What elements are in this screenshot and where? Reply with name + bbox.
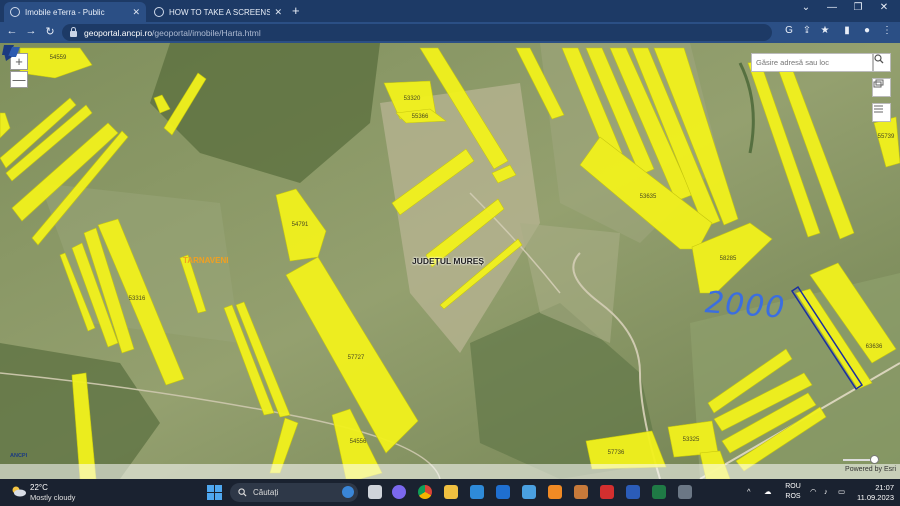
search-button[interactable] xyxy=(873,53,891,72)
weather-description[interactable]: Mostly cloudy xyxy=(30,493,75,502)
esri-attribution: Powered by Esri xyxy=(845,466,896,473)
calculator-icon[interactable] xyxy=(678,485,692,499)
place-label-town: TARNAVENI xyxy=(183,256,229,265)
search-icon xyxy=(238,488,247,497)
star-icon[interactable]: ★ xyxy=(818,25,832,36)
address-search-box xyxy=(751,53,873,72)
excel-icon[interactable] xyxy=(652,485,666,499)
windows-taskbar: 22°C Mostly cloudy Căutați ^ ☁ ROU ROS ◠… xyxy=(0,479,900,506)
weather-temperature[interactable]: 22°C xyxy=(30,483,48,492)
mail-icon[interactable] xyxy=(470,485,484,499)
attribution-bar: Powered by Esri xyxy=(0,464,900,479)
tab-search-icon[interactable]: ⌄ xyxy=(796,2,816,13)
tab-title: Imobile eTerra - Public xyxy=(25,7,105,17)
parcel-label: 53316 xyxy=(128,296,146,302)
forward-button[interactable]: → xyxy=(24,25,38,37)
chat-icon[interactable] xyxy=(392,485,406,499)
word-icon[interactable] xyxy=(626,485,640,499)
url-host: geoportal.ancpi.ro xyxy=(84,27,153,38)
folder-icon[interactable] xyxy=(444,485,458,499)
parcel-label: 54556 xyxy=(349,439,367,445)
basemap-button[interactable] xyxy=(872,78,891,97)
url-field[interactable]: geoportal.ancpi.ro/geoportal/imobile/Har… xyxy=(62,24,772,41)
parcel-label: 53635 xyxy=(639,194,657,200)
battery-icon[interactable]: ▭ xyxy=(838,487,845,496)
tab-imobile-eterra[interactable]: Imobile eTerra - Public ✕ xyxy=(4,2,146,22)
tab-close-icon[interactable]: ✕ xyxy=(274,7,282,18)
store-icon[interactable] xyxy=(496,485,510,499)
chevron-up-icon[interactable]: ^ xyxy=(747,487,751,496)
google-icon xyxy=(154,7,164,17)
browser-tab-bar: Imobile eTerra - Public ✕ HOW TO TAKE A … xyxy=(0,0,900,22)
language-indicator[interactable]: ROU xyxy=(782,483,804,490)
windows-logo-pane xyxy=(207,485,214,492)
handwritten-annotation: 2000 xyxy=(703,285,787,326)
taskbar-search[interactable]: Căutați xyxy=(230,483,358,502)
parcel-label: 53320 xyxy=(403,96,421,102)
back-button[interactable]: ← xyxy=(5,25,19,37)
parcel-label: 54559 xyxy=(49,55,67,61)
legend-button[interactable] xyxy=(872,103,891,122)
parcel-label: 57736 xyxy=(607,450,625,456)
tab-title: HOW TO TAKE A SCREENSHOT O xyxy=(169,7,271,17)
windows-logo-pane xyxy=(207,493,214,500)
map-view[interactable]: 54559 53320 55366 55739 53635 54791 5331… xyxy=(0,43,900,479)
tab-how-to-screenshot[interactable]: HOW TO TAKE A SCREENSHOT O ✕ xyxy=(148,2,288,22)
search-icon xyxy=(874,54,884,64)
share-icon[interactable]: ⇪ xyxy=(800,25,814,36)
parcel-label: 57727 xyxy=(347,355,365,361)
windows-logo-pane xyxy=(215,493,222,500)
parcel-label: 55366 xyxy=(411,114,429,120)
parcel-label: 54791 xyxy=(291,222,309,228)
taskbar-search-label: Căutați xyxy=(253,488,279,497)
parcel-label: 58285 xyxy=(719,256,737,262)
ancpi-logo-text: ANCPI xyxy=(10,453,28,459)
google-icon[interactable]: G xyxy=(782,25,796,36)
close-window-button[interactable]: ✕ xyxy=(874,2,894,13)
paint-icon[interactable] xyxy=(574,485,588,499)
place-label-county: JUDEȚUL MUREȘ xyxy=(412,256,485,266)
chrome-icon[interactable] xyxy=(418,485,432,499)
kebab-menu-icon[interactable]: ⋮ xyxy=(880,25,894,36)
sidebar-icon[interactable]: ▮ xyxy=(840,25,854,36)
ancpi-logo-icon xyxy=(2,45,20,61)
cloud-sun-icon xyxy=(12,486,26,497)
url-path: /geoportal/imobile/Harta.html xyxy=(152,27,261,38)
bing-icon[interactable] xyxy=(342,486,354,498)
file-explorer-icon[interactable] xyxy=(368,485,382,499)
pdf-icon[interactable] xyxy=(600,485,614,499)
address-search-input[interactable] xyxy=(752,58,852,67)
windows-logo-pane xyxy=(215,485,222,492)
start-button[interactable] xyxy=(207,485,222,500)
minimize-button[interactable]: — xyxy=(822,2,842,13)
profile-icon[interactable]: ● xyxy=(860,25,874,36)
tab-close-icon[interactable]: ✕ xyxy=(132,7,140,18)
volume-icon[interactable]: ♪ xyxy=(824,487,828,496)
clock-date[interactable]: 11.09.2023 xyxy=(854,493,894,502)
opacity-slider-handle[interactable] xyxy=(870,455,879,464)
parcel-label: 55739 xyxy=(877,134,895,140)
lock-icon xyxy=(70,26,77,37)
parcel-label: 53325 xyxy=(682,437,700,443)
parcel-label: 63636 xyxy=(865,344,883,350)
new-tab-button[interactable]: + xyxy=(292,3,300,18)
layers-icon xyxy=(873,79,884,88)
vlc-icon[interactable] xyxy=(548,485,562,499)
keyboard-layout-indicator[interactable]: ROS xyxy=(782,493,804,500)
clock-time[interactable]: 21:07 xyxy=(854,483,894,492)
cloud-icon[interactable]: ☁ xyxy=(764,487,772,496)
restore-button[interactable]: ❐ xyxy=(848,2,868,13)
wifi-icon[interactable]: ◠ xyxy=(810,487,817,496)
zoom-out-button[interactable]: — xyxy=(10,71,28,88)
monitor-icon[interactable] xyxy=(522,485,536,499)
address-bar-row: ← → ↻ geoportal.ancpi.ro/geoportal/imobi… xyxy=(0,22,900,43)
globe-icon xyxy=(10,7,20,17)
reload-button[interactable]: ↻ xyxy=(43,25,57,38)
list-icon xyxy=(874,105,883,113)
